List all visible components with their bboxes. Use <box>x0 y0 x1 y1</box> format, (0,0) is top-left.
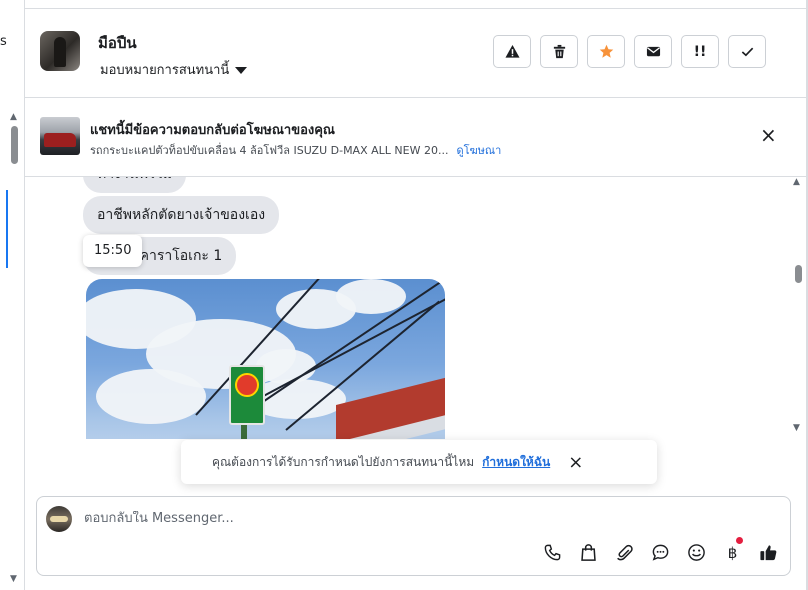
emoji-icon <box>688 544 705 561</box>
follow-up-icon: !! <box>693 43 707 60</box>
contact-name[interactable]: มือปืน <box>98 31 137 55</box>
chat-bubble-icon <box>652 544 669 561</box>
list-scroll-up-arrow[interactable]: ▲ <box>10 112 17 122</box>
assign-to-me-link[interactable]: กำหนดให้ฉัน <box>482 453 550 472</box>
view-ad-link[interactable]: ดูโฆษณา <box>456 141 501 159</box>
close-icon[interactable]: × <box>568 452 583 473</box>
call-button[interactable] <box>543 543 562 562</box>
close-icon[interactable]: × <box>760 125 777 145</box>
banner-subtitle-row: รถกระบะแคปตัวท็อปขับเคลื่อน 4 ล้อโฟวีล I… <box>90 141 501 159</box>
ad-thumbnail[interactable] <box>40 117 80 155</box>
mark-unread-button[interactable] <box>634 35 672 68</box>
truncated-list-text: s <box>0 34 7 49</box>
thumbs-up-icon <box>760 545 777 561</box>
scroll-down-arrow[interactable]: ▼ <box>793 423 800 433</box>
header-actions: !! <box>493 35 766 68</box>
envelope-icon <box>646 46 660 57</box>
conversation-list-edge: s ▲ ▼ <box>0 0 25 590</box>
reply-composer: ฿ <box>36 496 791 576</box>
message-bubble[interactable]: อาชีพหลักตัดยางเจ้าของเอง <box>83 196 280 234</box>
shopping-bag-icon <box>581 544 596 561</box>
assign-label: มอบหมายการสนทนานี้ <box>100 63 230 78</box>
warning-icon <box>504 44 520 58</box>
paperclip-icon <box>617 544 633 561</box>
checkmark-icon <box>741 47 753 57</box>
message-photo[interactable] <box>86 279 445 439</box>
follow-up-button[interactable]: !! <box>681 35 719 68</box>
ad-description: รถกระบะแคปตัวท็อปขับเคลื่อน 4 ล้อโฟวีล I… <box>90 144 449 157</box>
shop-button[interactable] <box>579 543 598 562</box>
thread-scrollbar[interactable]: ▲ ▼ <box>792 177 804 439</box>
message-bubble[interactable]: ทำงานฟรีไม่ <box>83 177 187 193</box>
star-icon <box>599 44 613 58</box>
like-button[interactable] <box>759 543 778 562</box>
payment-button[interactable]: ฿ <box>723 537 743 562</box>
attach-button[interactable] <box>615 543 634 562</box>
reply-input[interactable] <box>84 511 684 526</box>
scroll-up-arrow[interactable]: ▲ <box>793 177 800 187</box>
timestamp-tooltip: 15:50 <box>83 235 143 267</box>
contact-avatar[interactable] <box>40 31 80 71</box>
phone-icon <box>544 544 561 561</box>
saved-replies-button[interactable] <box>651 543 670 562</box>
delete-button[interactable] <box>540 35 578 68</box>
list-scrollbar-thumb[interactable] <box>11 126 18 164</box>
page-avatar <box>46 506 72 532</box>
pt-sign <box>229 365 265 425</box>
ad-reply-banner: แชทนี้มีข้อความตอบกลับต่อโฆษณาของคุณ รถก… <box>25 97 806 177</box>
reminder-text: คุณต้องการได้รับการกำหนดไปยังการสนทนานี้… <box>212 454 475 469</box>
thread-scrollbar-thumb[interactable] <box>795 265 802 283</box>
conversation-header: มือปืน มอบหมายการสนทนานี้ !! <box>25 8 806 98</box>
assign-reminder: คุณต้องการได้รับการกำหนดไปยังการสนทนานี้… <box>181 440 657 484</box>
mark-done-button[interactable] <box>728 35 766 68</box>
notification-dot <box>736 537 743 544</box>
star-button[interactable] <box>587 35 625 68</box>
composer-toolbar: ฿ <box>543 537 778 562</box>
assign-dropdown[interactable]: มอบหมายการสนทนานี้ <box>100 59 248 80</box>
mark-spam-button[interactable] <box>493 35 531 68</box>
baht-payment-icon: ฿ <box>727 543 738 562</box>
conversation-panel: มือปืน มอบหมายการสนทนานี้ !! แชทนี้มีข้อ… <box>25 0 806 590</box>
trash-icon <box>553 44 565 59</box>
emoji-button[interactable] <box>687 543 706 562</box>
active-conversation-indicator <box>6 190 8 268</box>
banner-title: แชทนี้มีข้อความตอบกลับต่อโฆษณาของคุณ <box>90 123 335 138</box>
caret-down-icon <box>235 67 248 74</box>
message-thread: ทำงานฟรีไม่ อาชีพหลักตัดยางเจ้าของเอง ลู… <box>25 177 806 439</box>
list-scroll-down-arrow[interactable]: ▼ <box>10 574 17 584</box>
